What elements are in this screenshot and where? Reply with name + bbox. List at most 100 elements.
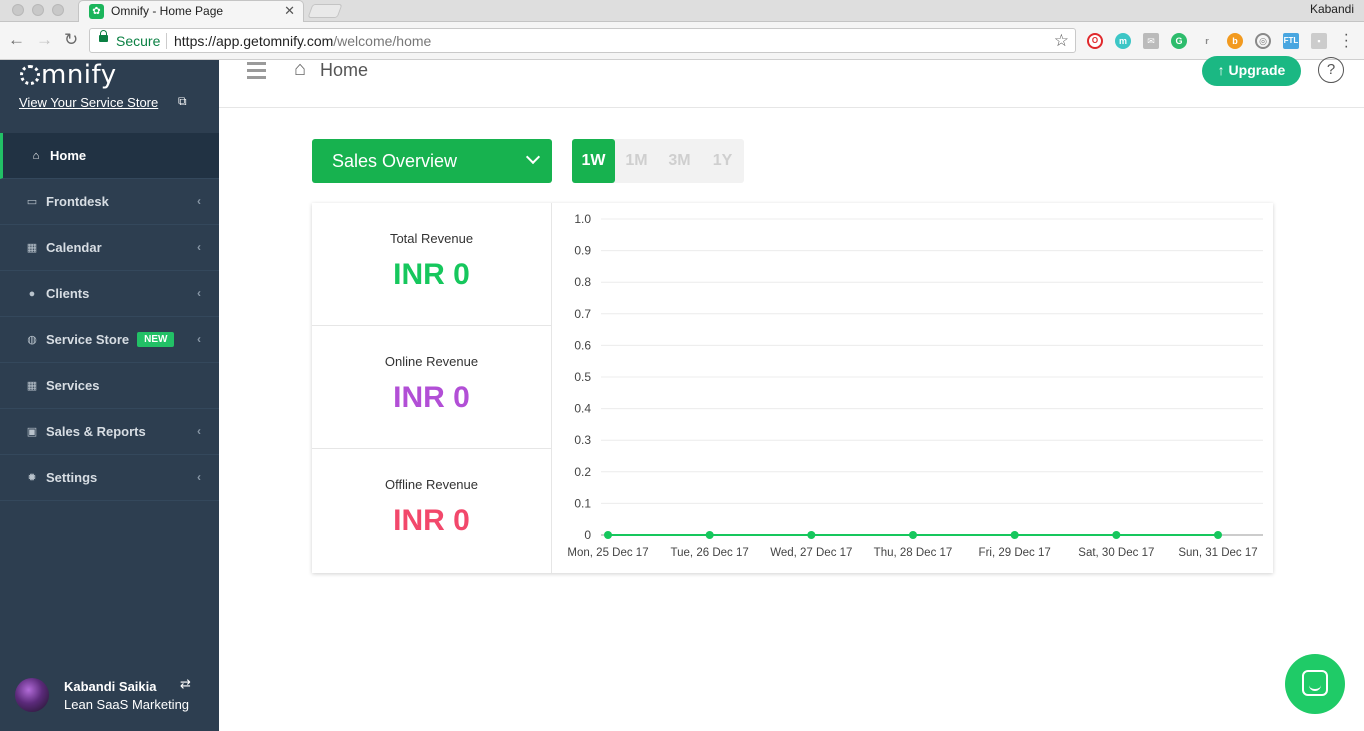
- upgrade-label: Upgrade: [1228, 62, 1286, 78]
- b-extension-icon[interactable]: b: [1227, 33, 1243, 49]
- external-link-icon[interactable]: ⧉: [178, 94, 187, 109]
- url-text[interactable]: https://app.getomnify.com/welcome/home: [174, 33, 431, 49]
- sidebar-item-sales-reports[interactable]: ▣ Sales & Reports ‹: [0, 409, 219, 455]
- r-extension-icon[interactable]: r: [1199, 33, 1215, 49]
- logo-text: mnify: [41, 60, 117, 90]
- upgrade-button[interactable]: ↑ Upgrade: [1202, 56, 1301, 86]
- sidebar-item-services[interactable]: ▦ Services: [0, 363, 219, 409]
- data-point: [909, 531, 917, 539]
- revenue-summary: Total Revenue INR 0 Online Revenue INR 0…: [312, 203, 552, 573]
- view-service-store-link[interactable]: View Your Service Store: [19, 95, 158, 110]
- browser-menu-icon[interactable]: · · ·: [1344, 27, 1349, 55]
- globe-icon: ◍: [27, 334, 37, 346]
- y-tick-label: 0.7: [574, 307, 591, 321]
- m-extension-icon[interactable]: m: [1115, 33, 1131, 49]
- grammarly-extension-icon[interactable]: G: [1171, 33, 1187, 49]
- arrow-up-icon: ↑: [1217, 62, 1225, 78]
- x-tick-label: Tue, 26 Dec 17: [671, 547, 749, 559]
- x-tick-label: Fri, 29 Dec 17: [979, 547, 1051, 559]
- y-tick-label: 0.6: [574, 338, 591, 352]
- browser-tab-bar: ✿ Omnify - Home Page ✕ Kabandi: [0, 0, 1364, 22]
- online-revenue-value: INR 0: [393, 381, 470, 414]
- tab-title: Omnify - Home Page: [111, 4, 224, 18]
- switch-account-icon[interactable]: ⇄: [180, 676, 191, 692]
- close-window-dot[interactable]: [12, 4, 24, 16]
- address-bar[interactable]: Secure https://app.getomnify.com/welcome…: [89, 28, 1076, 53]
- gray-extension-icon[interactable]: ▪: [1311, 33, 1327, 49]
- sidebar-item-label: Service Store: [46, 332, 130, 347]
- browser-tab[interactable]: ✿ Omnify - Home Page ✕: [78, 0, 304, 22]
- user-name: Kabandi Saikia: [64, 679, 157, 694]
- new-badge: NEW: [137, 332, 175, 347]
- mail-extension-icon[interactable]: ✉: [1143, 33, 1159, 49]
- sidebar-item-calendar[interactable]: ▦ Calendar ‹: [0, 225, 219, 271]
- bookmark-star-icon[interactable]: ☆: [1054, 31, 1069, 51]
- minimize-window-dot[interactable]: [32, 4, 44, 16]
- close-tab-icon[interactable]: ✕: [284, 3, 295, 19]
- sidebar-item-label: Frontdesk: [46, 194, 109, 209]
- calendar-icon: ▦: [26, 242, 38, 254]
- url-divider: [166, 33, 167, 49]
- gear-icon: ✹: [27, 472, 37, 484]
- y-tick-label: 0.5: [574, 370, 591, 384]
- omnify-logo[interactable]: mnify: [20, 60, 117, 90]
- sidebar-item-settings[interactable]: ✹ Settings ‹: [0, 455, 219, 501]
- reload-icon[interactable]: ↻: [64, 31, 78, 49]
- y-tick-label: 1.0: [574, 212, 591, 226]
- avatar[interactable]: [15, 678, 49, 712]
- chevron-left-icon: ‹: [197, 194, 201, 208]
- ftl-extension-icon[interactable]: FTL: [1283, 33, 1299, 49]
- grid-icon: ▦: [26, 380, 38, 392]
- period-1w-button[interactable]: 1W: [572, 139, 615, 183]
- data-point: [705, 531, 714, 539]
- home-icon: ⌂: [32, 149, 40, 162]
- offline-revenue-value: INR 0: [393, 504, 470, 537]
- os-profile-name[interactable]: Kabandi: [1310, 2, 1354, 16]
- y-tick-label: 0.4: [574, 402, 591, 416]
- monitor-icon: ▭: [26, 196, 38, 208]
- y-tick-label: 0.9: [574, 244, 591, 258]
- offline-revenue-label: Offline Revenue: [385, 477, 478, 492]
- data-point: [1112, 531, 1121, 539]
- sidebar-item-label: Services: [46, 378, 100, 393]
- chat-launcher-button[interactable]: [1285, 654, 1345, 714]
- page-title: Home: [320, 60, 369, 80]
- secure-label: Secure: [116, 33, 161, 49]
- sidebar: mnify View Your Service Store ⧉ ⌂ Home ▭…: [0, 60, 219, 731]
- period-3m-button[interactable]: 3M: [658, 139, 701, 183]
- back-arrow-icon[interactable]: ←: [8, 31, 25, 49]
- menu-toggle-icon[interactable]: [247, 62, 266, 83]
- help-button[interactable]: ?: [1318, 57, 1344, 83]
- chevron-left-icon: ‹: [197, 240, 201, 254]
- overview-select[interactable]: Sales Overview: [312, 139, 552, 183]
- sidebar-item-home[interactable]: ⌂ Home: [0, 133, 219, 179]
- opera-extension-icon[interactable]: O: [1087, 33, 1103, 49]
- zoom-window-dot[interactable]: [52, 4, 64, 16]
- total-revenue-value: INR 0: [393, 258, 470, 291]
- data-point: [807, 531, 816, 539]
- sales-line-chart: 0 0.1 0.2 0.3 0.4 0.5 0.6 0.7 0.8 0.9 1.0 Mon, 25 D…: [567, 212, 1263, 559]
- total-revenue-label: Total Revenue: [389, 231, 474, 246]
- data-point: [604, 531, 612, 539]
- chat-icon: [1302, 670, 1328, 696]
- online-revenue-block: Online Revenue INR 0: [312, 326, 551, 449]
- x-tick-label: Thu, 28 Dec 17: [874, 547, 953, 559]
- sales-overview-card: Total Revenue INR 0 Online Revenue INR 0…: [312, 203, 1273, 573]
- omnify-favicon-icon: ✿: [89, 4, 104, 19]
- period-1m-button[interactable]: 1M: [615, 139, 658, 183]
- online-revenue-label: Online Revenue: [384, 354, 479, 369]
- sidebar-item-label: Clients: [46, 286, 90, 301]
- offline-revenue-block: Offline Revenue INR 0: [312, 449, 551, 572]
- data-point: [1010, 531, 1019, 539]
- sync-extension-icon[interactable]: ◎: [1255, 33, 1271, 49]
- x-tick-label: Sun, 31 Dec 17: [1178, 547, 1257, 559]
- y-tick-label: 0.1: [574, 496, 591, 510]
- y-tick-label: 0.8: [574, 275, 591, 289]
- new-tab-button[interactable]: [307, 4, 343, 18]
- chevron-left-icon: ‹: [197, 470, 201, 484]
- sidebar-item-clients[interactable]: ● Clients ‹: [0, 271, 219, 317]
- sidebar-item-frontdesk[interactable]: ▭ Frontdesk ‹: [0, 179, 219, 225]
- forward-arrow-icon[interactable]: →: [36, 31, 53, 49]
- period-1y-button[interactable]: 1Y: [701, 139, 744, 183]
- sidebar-item-service-store[interactable]: ◍ Service Store NEW ‹: [0, 317, 219, 363]
